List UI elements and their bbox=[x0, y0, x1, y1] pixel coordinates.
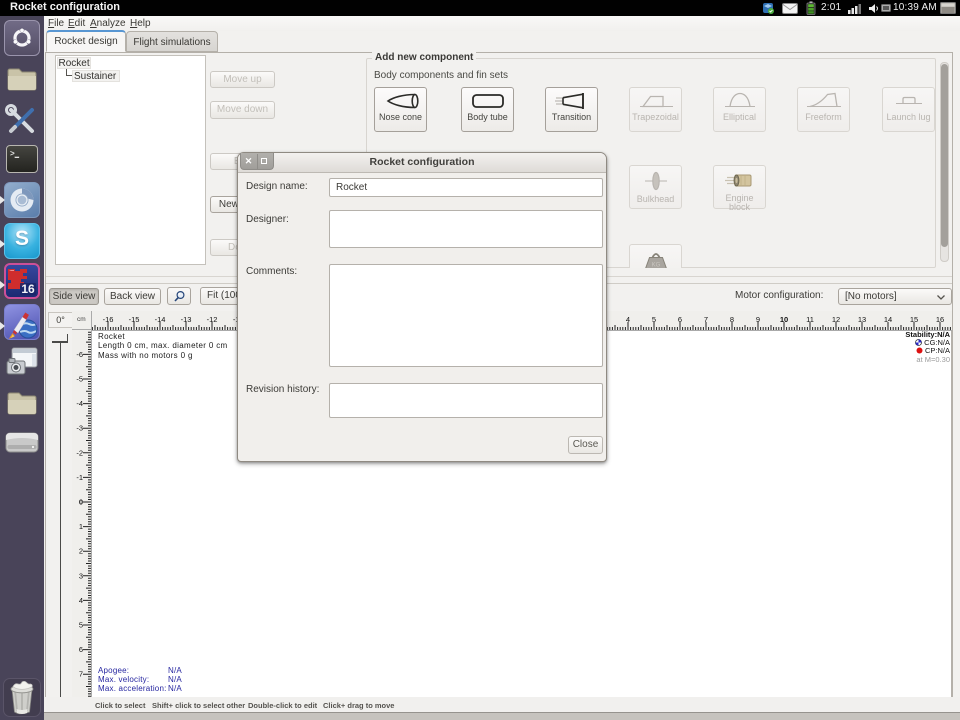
svg-text:5: 5 bbox=[652, 315, 656, 324]
svg-text:3: 3 bbox=[79, 571, 83, 580]
svg-text:8: 8 bbox=[730, 315, 734, 324]
svg-text:4: 4 bbox=[79, 596, 83, 605]
svg-text:0: 0 bbox=[79, 498, 83, 507]
svg-text:-14: -14 bbox=[155, 315, 166, 324]
svg-text:9: 9 bbox=[756, 315, 760, 324]
svg-text:-5: -5 bbox=[76, 375, 83, 384]
svg-text:-15: -15 bbox=[129, 315, 140, 324]
svg-text:16: 16 bbox=[936, 315, 944, 324]
svg-text:1: 1 bbox=[79, 522, 83, 531]
svg-text:5: 5 bbox=[79, 621, 83, 630]
svg-text:-4: -4 bbox=[76, 399, 83, 408]
svg-text:-12: -12 bbox=[207, 315, 218, 324]
svg-text:11: 11 bbox=[806, 315, 814, 324]
svg-text:-2: -2 bbox=[76, 448, 83, 457]
svg-text:-6: -6 bbox=[76, 350, 83, 359]
svg-text:2: 2 bbox=[79, 547, 83, 556]
svg-text:-16: -16 bbox=[103, 315, 114, 324]
svg-text:12: 12 bbox=[832, 315, 840, 324]
svg-text:-1: -1 bbox=[76, 473, 83, 482]
svg-text:6: 6 bbox=[678, 315, 682, 324]
svg-text:7: 7 bbox=[79, 670, 83, 679]
svg-text:14: 14 bbox=[884, 315, 892, 324]
svg-text:KG: KG bbox=[651, 263, 660, 269]
svg-text:10: 10 bbox=[780, 315, 788, 324]
svg-text:-3: -3 bbox=[76, 424, 83, 433]
svg-text:4: 4 bbox=[626, 315, 630, 324]
svg-text:15: 15 bbox=[910, 315, 918, 324]
svg-text:13: 13 bbox=[858, 315, 866, 324]
svg-text:7: 7 bbox=[704, 315, 708, 324]
svg-text:6: 6 bbox=[79, 645, 83, 654]
svg-text:-13: -13 bbox=[181, 315, 192, 324]
svg-text:16: 16 bbox=[21, 282, 35, 296]
